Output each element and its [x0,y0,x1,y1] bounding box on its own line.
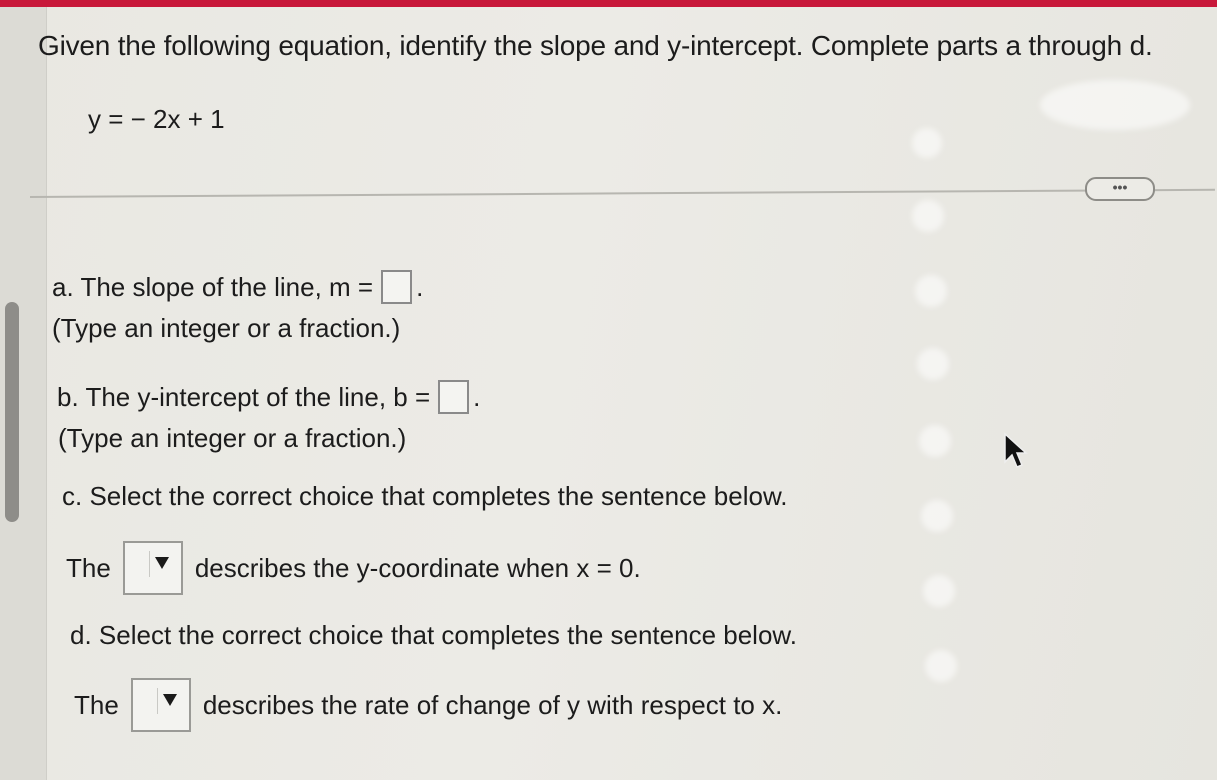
part-c-sentence: The describes the y-coordinate when x = … [66,541,641,595]
slope-answer-input[interactable] [381,270,413,304]
section-divider [29,188,1215,198]
part-a-period: . [416,271,424,302]
part-d-prompt: d. Select the correct choice that comple… [70,620,797,650]
part-c-rest: describes the y-coordinate when x = 0. [194,552,641,583]
part-c-dropdown[interactable] [122,541,183,595]
dropdown-arrow-icon [154,557,169,569]
question-text: Given the following equation, identify t… [38,30,1153,61]
part-a-hint-line: (Type an integer or a fraction.) [52,313,400,344]
glare-spot [925,650,957,682]
part-c-lead: The [66,552,111,583]
glare-spot [917,348,949,380]
more-options-button[interactable]: ••• [1085,177,1155,201]
mouse-pointer-icon [1004,432,1028,468]
part-d-lead: The [74,689,119,720]
glare-patch [1040,80,1190,130]
part-b-prompt: b. The y-intercept of the line, b = [57,381,431,412]
part-d-sentence: The describes the rate of change of y wi… [74,678,782,732]
part-b-period: . [473,381,481,412]
part-c-prompt-line: c. Select the correct choice that comple… [62,481,788,512]
part-c-prompt: c. Select the correct choice that comple… [62,481,788,511]
part-a-line: a. The slope of the line, m = . [52,270,423,304]
glare-spot [915,275,947,307]
y-intercept-answer-input[interactable] [438,380,470,414]
part-d-dropdown[interactable] [130,678,191,732]
part-a-hint: (Type an integer or a fraction.) [52,313,401,343]
equation: y = − 2x + 1 [88,104,225,134]
question-panel: Given the following equation, identify t… [0,0,1217,780]
part-b-hint-line: (Type an integer or a fraction.) [58,423,406,454]
glare-spot [923,575,955,607]
part-d-prompt-line: d. Select the correct choice that comple… [70,620,797,651]
glare-spot [912,200,944,232]
part-b-hint: (Type an integer or a fraction.) [58,423,407,453]
part-d-rest: describes the rate of change of y with r… [202,689,783,720]
part-a-prompt: a. The slope of the line, m = [52,271,374,302]
glare-spot [919,425,951,457]
dropdown-arrow-icon [162,694,177,706]
glare-spot [921,500,953,532]
part-b-line: b. The y-intercept of the line, b = . [57,380,480,414]
glare-spot [912,128,942,158]
